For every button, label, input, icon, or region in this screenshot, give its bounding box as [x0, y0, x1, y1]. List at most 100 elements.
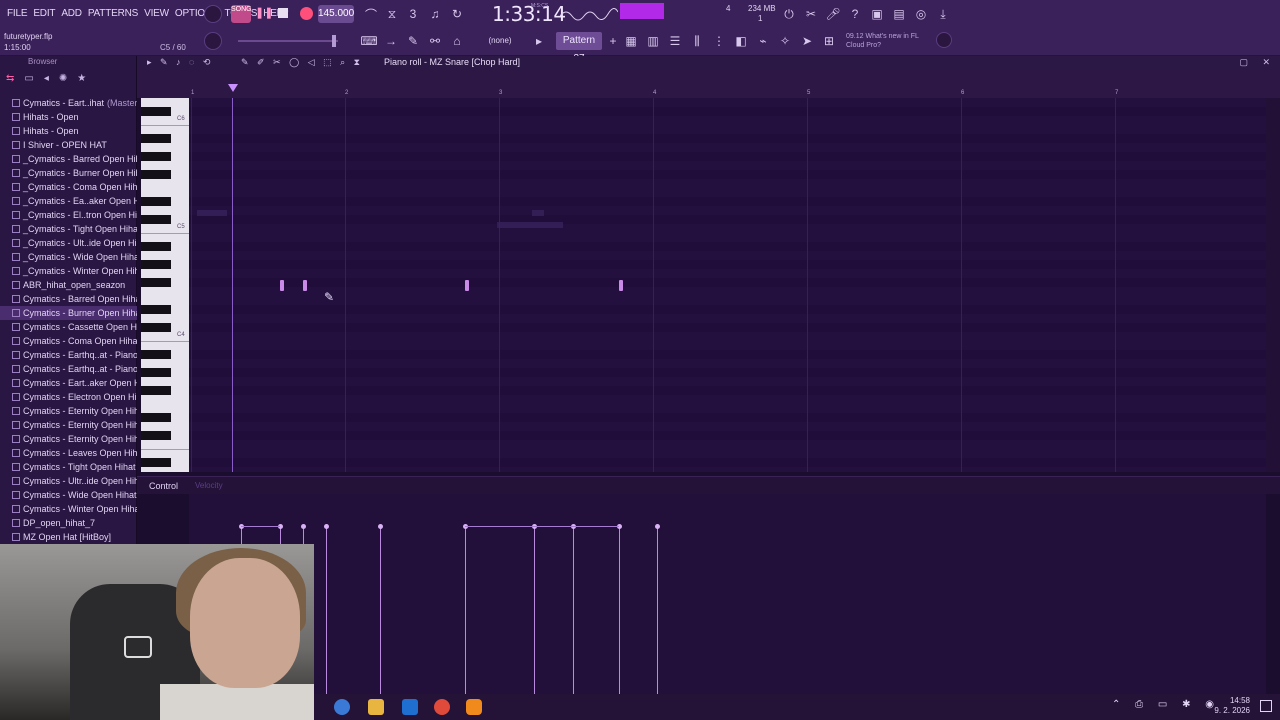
- black-key[interactable]: [141, 386, 171, 395]
- browser-item[interactable]: _Cymatics - El..tron Open Hihat: [0, 208, 137, 222]
- add-pattern-icon[interactable]: +: [604, 32, 622, 50]
- save-icon[interactable]: ▣: [868, 5, 886, 23]
- browser-item[interactable]: Cymatics - Tight Open Hihat: [0, 460, 137, 474]
- playhead-marker[interactable]: [228, 84, 238, 92]
- note-grid[interactable]: [189, 98, 1266, 472]
- browser-item[interactable]: Hihats - Open: [0, 124, 137, 138]
- black-key[interactable]: [141, 431, 171, 440]
- system-tray[interactable]: ⌃ ⎙ ▭ ✱ ◉: [1112, 699, 1220, 710]
- browser-toggle-icon[interactable]: ⋮: [710, 32, 728, 50]
- black-key[interactable]: [141, 152, 171, 161]
- window-controls[interactable]: ▢ ✕: [1239, 57, 1276, 68]
- stop-icon[interactable]: [278, 8, 288, 18]
- velocity-bar[interactable]: [657, 526, 659, 694]
- menu-view[interactable]: VIEW: [141, 6, 172, 21]
- note[interactable]: [303, 280, 307, 291]
- browser-item[interactable]: Hihats - Open: [0, 110, 137, 124]
- browser-item[interactable]: Cymatics - Eternity Open Hihat 2: [0, 418, 137, 432]
- piano-roll-toolbar[interactable]: ▸ ✎ ♪ ◌ ⟲: [147, 57, 213, 68]
- help-icon[interactable]: ?: [846, 5, 864, 23]
- browser-item[interactable]: Cymatics - Winter Open Hihat: [0, 502, 137, 516]
- browser-item[interactable]: Cymatics - Eart..aker Open Hihat: [0, 376, 137, 390]
- black-key[interactable]: [141, 260, 171, 269]
- browser-item[interactable]: Cymatics - Eart..ihat(Master): [0, 96, 137, 110]
- velocity-bar[interactable]: [464, 526, 466, 694]
- note[interactable]: [618, 280, 623, 291]
- countdown-icon[interactable]: 3: [404, 5, 422, 23]
- render-icon[interactable]: ▤: [890, 5, 908, 23]
- master-pitch-slider[interactable]: [238, 40, 338, 42]
- velocity-lane[interactable]: [189, 494, 1266, 694]
- browser-item[interactable]: Cymatics - Eternity Open Hihat 1: [0, 404, 137, 418]
- black-key[interactable]: [141, 458, 171, 467]
- speaker-icon[interactable]: ◂: [44, 73, 49, 84]
- velocity-handle[interactable]: [655, 524, 661, 529]
- black-key[interactable]: [141, 134, 171, 143]
- browser-item[interactable]: _Cymatics - Ea..aker Open Hihat: [0, 194, 137, 208]
- cut-icon[interactable]: ✂: [802, 5, 820, 23]
- control-target[interactable]: Velocity: [195, 481, 223, 490]
- snap-selector[interactable]: (none): [482, 33, 518, 49]
- mixer-icon[interactable]: ⫼: [688, 32, 706, 50]
- browser-item[interactable]: Cymatics - Burner Open Hihat: [0, 306, 137, 320]
- black-key[interactable]: [141, 413, 171, 422]
- slider-thumb[interactable]: [332, 35, 336, 47]
- piano-roll-tools[interactable]: ✎ ✐ ✂ ◯ ◁ ⬚ ⌕ ⧗: [241, 57, 363, 68]
- fl-studio-icon[interactable]: [466, 699, 482, 715]
- browser-item[interactable]: _Cymatics - Burner Open Hihat: [0, 166, 137, 180]
- black-key[interactable]: [141, 368, 171, 377]
- notification-icon[interactable]: [1260, 700, 1272, 712]
- menu-file[interactable]: FILE: [4, 6, 30, 21]
- wait-input-icon[interactable]: ⧖: [383, 5, 401, 23]
- back-arrow-icon[interactable]: ⇆: [6, 73, 14, 84]
- browser-item[interactable]: Cymatics - Eternity Open Hihat 3: [0, 432, 137, 446]
- metronome-icon[interactable]: ⌒: [362, 5, 380, 23]
- browser-item[interactable]: I Shiver - OPEN HAT: [0, 138, 137, 152]
- edge-icon[interactable]: [334, 699, 350, 715]
- pencil-icon[interactable]: ✎: [404, 32, 422, 50]
- folder-icon[interactable]: ▭: [24, 73, 33, 84]
- news-settings-icon[interactable]: [936, 32, 952, 48]
- note[interactable]: [279, 280, 284, 291]
- blend-notes-icon[interactable]: ♫: [426, 5, 444, 23]
- browser-item[interactable]: Cymatics - Cassette Open Hihat: [0, 320, 137, 334]
- piano-keyboard[interactable]: C6 C5 C4: [141, 98, 189, 472]
- files-icon[interactable]: [368, 699, 384, 715]
- piano-roll-timeline[interactable]: 1 2 3 4 5 6 7: [137, 70, 1280, 98]
- send-icon[interactable]: ➤: [798, 32, 816, 50]
- arrow-right-icon[interactable]: →: [382, 32, 400, 50]
- plug-icon[interactable]: ⌁: [754, 32, 772, 50]
- record-icon[interactable]: [300, 7, 313, 20]
- play-small-icon[interactable]: ▸: [530, 32, 548, 50]
- pattern-selector[interactable]: Pattern 37: [556, 32, 602, 64]
- black-key[interactable]: [141, 323, 171, 332]
- menu-edit[interactable]: EDIT: [30, 6, 58, 21]
- browser-item[interactable]: Cymatics - Earthq..at - Piano roll: [0, 348, 137, 362]
- stamp-icon[interactable]: ⌂: [448, 32, 466, 50]
- velocity-handle[interactable]: [378, 524, 383, 529]
- plugin-icon[interactable]: ◧: [732, 32, 750, 50]
- control-label[interactable]: Control: [149, 481, 178, 491]
- velocity-handle[interactable]: [301, 524, 306, 529]
- mail-icon[interactable]: [402, 699, 418, 715]
- taskbar-clock[interactable]: 14:58 9. 2. 2026: [1214, 696, 1250, 716]
- browser-item[interactable]: _Cymatics - Coma Open Hihat: [0, 180, 137, 194]
- chat-icon[interactable]: ◎: [912, 5, 930, 23]
- black-key[interactable]: [141, 278, 171, 287]
- vertical-scrollbar[interactable]: [1266, 98, 1280, 472]
- piano-roll-icon[interactable]: ▥: [644, 32, 662, 50]
- tempo-display[interactable]: 145.000: [318, 5, 354, 23]
- playlist-icon[interactable]: ▦: [622, 32, 640, 50]
- browser-item[interactable]: _Cymatics - Winter Open Hihat: [0, 264, 137, 278]
- microphone-icon[interactable]: 🎤︎: [824, 5, 842, 23]
- channel-rack-icon[interactable]: ☰: [666, 32, 684, 50]
- black-key[interactable]: [141, 215, 171, 224]
- browser-item[interactable]: _Cymatics - Ult..ide Open Hihat: [0, 236, 137, 250]
- news-panel[interactable]: 09.12 What's new in FL Cloud Pro?: [846, 32, 919, 50]
- master-volume-knob[interactable]: [204, 5, 222, 23]
- velocity-handle[interactable]: [324, 524, 330, 529]
- velocity-bar[interactable]: [534, 526, 535, 694]
- loop-record-icon[interactable]: ↻: [448, 5, 466, 23]
- settings-icon[interactable]: ✺: [59, 73, 67, 84]
- chrome-icon[interactable]: [434, 699, 450, 715]
